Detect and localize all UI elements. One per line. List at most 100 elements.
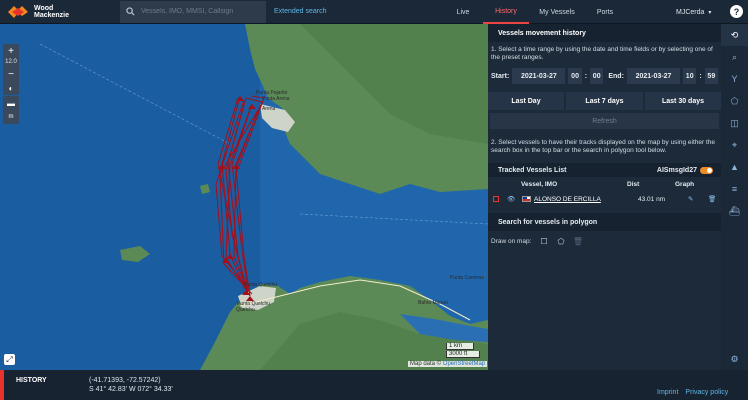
instruction-2: 2. Select vessels to have their tracks d… <box>491 139 716 154</box>
rotate-north-icon[interactable]: ◐ <box>3 81 19 95</box>
start-hour-field[interactable]: 00 <box>568 68 582 84</box>
map-canvas <box>0 24 488 370</box>
alert-bell-icon[interactable]: ▲ <box>721 156 748 178</box>
chile-flag-icon <box>522 196 531 202</box>
history-panel: Vessels movement history 1. Select a tim… <box>488 24 721 370</box>
delete-drawing-icon[interactable]: 🗑 <box>573 237 583 246</box>
vessel-dist: 43.01 nm <box>638 195 666 203</box>
col-dist: Dist <box>627 180 640 188</box>
track-color-checkbox[interactable] <box>493 196 499 202</box>
end-date-field[interactable]: 2021-03-27 <box>626 68 681 84</box>
start-minute-field[interactable]: 00 <box>590 68 604 84</box>
user-menu[interactable]: MJCerda ▾ <box>676 0 711 24</box>
mode-label: HISTORY <box>16 377 47 384</box>
tab-history[interactable]: History <box>483 0 529 24</box>
time-range-row: Start: 2021-03-27 00 : 00 End: 2021-03-2… <box>488 62 721 90</box>
preset-last-30-days[interactable]: Last 30 days <box>645 92 721 110</box>
scale-km: 1 km <box>446 343 474 350</box>
attribution-prefix: Map data © <box>410 361 442 367</box>
toggle-switch[interactable] <box>700 166 713 174</box>
draw-polygon-icon[interactable]: ⬠ <box>556 237 565 246</box>
zoom-in-button[interactable]: + <box>3 44 19 58</box>
graph-icon[interactable]: ✎ <box>688 195 708 203</box>
eye-icon[interactable]: 👁 <box>507 195 517 203</box>
start-label: Start: <box>491 72 510 80</box>
scale-ft: 3000 ft <box>446 351 480 358</box>
layer-controls: ▬ m <box>3 96 19 124</box>
refresh-button[interactable]: Refresh <box>490 113 719 129</box>
tab-ports[interactable]: Ports <box>585 0 625 24</box>
draw-tools: Draw on map: ☐ ⬠ 🗑 <box>488 231 721 252</box>
footer-links: Imprint Privacy policy <box>657 389 728 396</box>
search-icon <box>126 7 135 16</box>
ship-icon[interactable]: ⛴ <box>721 200 748 222</box>
draw-label: Draw on map: <box>491 238 532 245</box>
tab-my-vessels[interactable]: My Vessels <box>529 0 585 24</box>
place-label: Arena <box>262 106 276 112</box>
vessel-name-link[interactable]: ALONSO DE ERCILLA <box>534 196 638 203</box>
place-label: Punta Quelchu <box>237 301 271 307</box>
instruction-1: 1. Select a time range by using the date… <box>491 46 713 61</box>
search-input[interactable] <box>141 8 261 15</box>
preset-ranges: Last Day Last 7 days Last 30 days <box>488 92 721 110</box>
place-label: Quelchu <box>236 307 255 313</box>
place-label: Punta Arena <box>262 96 290 102</box>
tab-live[interactable]: Live <box>443 0 483 24</box>
shape-icon[interactable]: ⬠ <box>721 90 748 112</box>
col-vessel: Vessel, IMO <box>521 180 558 188</box>
end-hour-field[interactable]: 10 <box>683 68 697 84</box>
layers-icon[interactable]: ▬ <box>3 96 19 110</box>
map-controls: + 12.0 − ◐ ▬ m <box>0 24 22 370</box>
place-label: Bahía Manao <box>418 300 448 306</box>
help-icon[interactable]: ? <box>730 5 743 18</box>
zoom-controls: + 12.0 − ◐ <box>3 44 19 95</box>
zoom-out-button[interactable]: − <box>3 67 19 81</box>
camera-icon[interactable]: ◫ <box>721 112 748 134</box>
table-row: 👁 ALONSO DE ERCILLA 43.01 nm ✎ 🗑 <box>488 191 721 207</box>
search-box <box>120 0 266 23</box>
status-accent <box>0 370 4 400</box>
start-date-field[interactable]: 2021-03-27 <box>512 68 566 84</box>
preset-last-7-days[interactable]: Last 7 days <box>566 92 643 110</box>
list-icon[interactable]: ≡ <box>721 178 748 200</box>
place-label: Punta Quelchu <box>244 282 278 288</box>
search-icon[interactable]: ⌕ <box>721 46 748 68</box>
place-label: Punta Carreras <box>450 275 484 281</box>
gear-icon[interactable]: ⚙ <box>721 348 748 370</box>
coords-dms: S 41° 42.83' W 072° 34.33' <box>89 386 173 393</box>
osm-link[interactable]: OpenStreetMap <box>443 361 485 367</box>
draw-rectangle-icon[interactable]: ☐ <box>539 237 548 246</box>
chevron-down-icon: ▾ <box>708 9 712 16</box>
main-nav: Live History My Vessels Ports <box>443 0 625 24</box>
filter-icon[interactable]: Y <box>721 68 748 90</box>
extended-search-link[interactable]: Extended search <box>274 8 327 15</box>
measure-icon[interactable]: m <box>3 110 19 124</box>
map-view[interactable]: Punta Pajarito Punta Arena Arena Punta Q… <box>0 24 488 370</box>
trash-icon[interactable]: 🗑 <box>708 195 716 203</box>
imprint-link[interactable]: Imprint <box>657 389 678 396</box>
wood-mackenzie-logo-icon <box>8 5 28 18</box>
right-rail: ⟲ ⌕ Y ⬠ ◫ ⌖ ▲ ≡ ⛴ ⚙ <box>721 24 748 370</box>
panel-title: Vessels movement history <box>488 24 721 42</box>
history-icon[interactable]: ⟲ <box>721 24 748 46</box>
vessel-table-header: Vessel, IMO Dist Graph <box>488 177 721 191</box>
end-label: End: <box>608 72 624 80</box>
map-attribution: Map data © OpenStreetMap <box>408 361 488 367</box>
cursor-coordinates: (-41.71393, -72.57242) S 41° 42.83' W 07… <box>89 376 173 394</box>
ais-label: AISmsgId27 <box>656 166 697 174</box>
preset-last-day[interactable]: Last Day <box>488 92 564 110</box>
top-bar: Wood Mackenzie Extended search Live Hist… <box>0 0 748 24</box>
logo-line-2: Mackenzie <box>34 11 70 19</box>
zoom-level: 12.0 <box>5 59 17 65</box>
polygon-search-header: Search for vessels in polygon <box>488 213 721 231</box>
privacy-policy-link[interactable]: Privacy policy <box>685 389 728 396</box>
ais-toggle[interactable]: AISmsgId27 <box>656 166 713 174</box>
fullscreen-icon[interactable]: ⤢ <box>4 354 15 365</box>
tracked-title: Tracked Vessels List <box>498 166 567 174</box>
end-minute-field[interactable]: 59 <box>704 68 718 84</box>
tracked-vessels-header: Tracked Vessels List AISmsgId27 <box>488 163 721 177</box>
col-graph: Graph <box>675 180 695 188</box>
location-pin-icon[interactable]: ⌖ <box>721 134 748 156</box>
user-name: MJCerda <box>676 8 705 16</box>
logo[interactable]: Wood Mackenzie <box>0 4 120 20</box>
